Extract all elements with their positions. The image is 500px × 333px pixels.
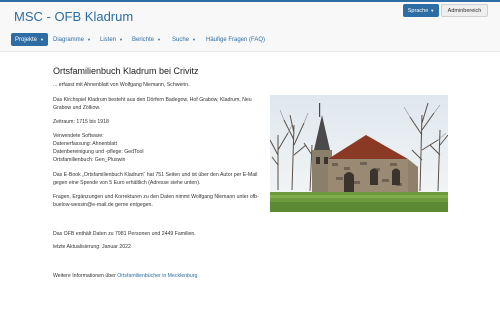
nav-label: Listen (100, 36, 117, 43)
nav-berichte[interactable]: Berichte ▼ (128, 33, 165, 46)
chevron-down-icon: ▼ (157, 37, 161, 42)
stats-paragraph: Das OFB enthält Daten zu 7981 Personen u… (53, 231, 196, 237)
church-photo (270, 95, 448, 212)
villages-paragraph: Das Kirchspiel Kladrum besteht aus den D… (53, 97, 252, 111)
nav-label: Projekte (15, 36, 38, 43)
admin-button[interactable]: Adminbereich (441, 4, 488, 17)
period-paragraph: Zeitraum: 1715 bis 1918 (53, 119, 109, 125)
software-paragraph: Verwendete Software: Datenerfassung: Ahn… (53, 132, 263, 164)
nav-suche[interactable]: Suche ▼ (168, 33, 200, 46)
software-ofb: Ortsfamilienbuch: Gen_Pluswin (53, 157, 126, 163)
intro-subtitle: ... erfasst mit Ahnenblatt von Wolfgang … (53, 82, 190, 88)
chevron-down-icon: ▼ (40, 37, 44, 42)
top-bar: MSC - OFB Kladrum Sprache ▼ Adminbereich (0, 0, 500, 28)
nav-listen[interactable]: Listen ▼ (96, 33, 127, 46)
nav-label: Berichte (132, 36, 155, 43)
contact-paragraph: Fragen, Ergänzungen und Korrekturen zu d… (53, 194, 259, 208)
updated-paragraph: letzte Aktualisierung: Januar 2022 (53, 244, 131, 250)
nav-label: Diagramme (53, 36, 85, 43)
software-heading: Verwendete Software: (53, 133, 104, 139)
more-info-paragraph: Weitere Informationen über Ortsfamilienb… (53, 272, 283, 280)
nav-projekte[interactable]: Projekte ▼ (11, 33, 48, 46)
chevron-down-icon: ▼ (192, 37, 196, 42)
main-navbar: Projekte ▼ Diagramme ▼ Listen ▼ Berichte… (0, 28, 500, 52)
software-cleanup: Datenbereinigung und -pflege: GedTool (53, 149, 144, 155)
software-capture: Datenerfassung: Ahnenblatt (53, 141, 118, 147)
language-dropdown-button[interactable]: Sprache ▼ (403, 4, 439, 17)
nav-label: Häufige Fragen (FAQ) (206, 36, 266, 43)
more-info-prefix: Weitere Informationen über (53, 273, 116, 279)
ebook-paragraph: Das E-Book „Ortsfamilienbuch Kladrum“ ha… (53, 172, 258, 186)
language-button-label: Sprache (407, 7, 429, 14)
nav-diagramme[interactable]: Diagramme ▼ (49, 33, 95, 46)
nav-label: Suche (172, 36, 190, 43)
chevron-down-icon: ▼ (119, 37, 123, 42)
ofb-mecklenburg-link[interactable]: Ortsfamilienbücher in Mecklenburg (117, 273, 197, 279)
site-brand[interactable]: MSC - OFB Kladrum (14, 9, 133, 24)
chevron-down-icon: ▼ (87, 37, 91, 42)
page-title: Ortsfamilienbuch Kladrum bei Crivitz (53, 66, 199, 76)
church-image (270, 95, 448, 212)
nav-faq[interactable]: Häufige Fragen (FAQ) (202, 33, 269, 46)
chevron-down-icon: ▼ (430, 8, 435, 13)
